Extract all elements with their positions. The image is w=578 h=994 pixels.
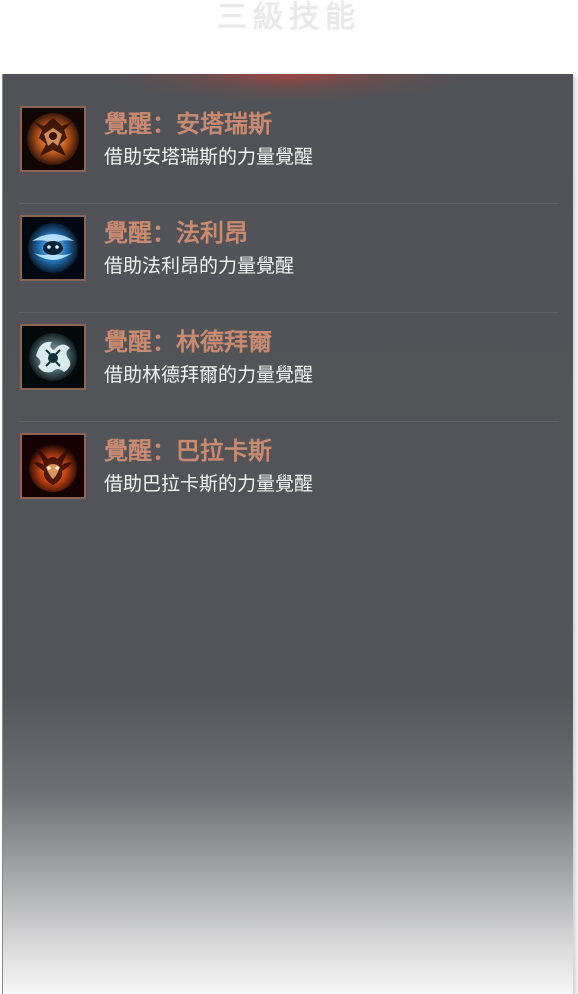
antaras-awakening-icon: [20, 106, 86, 172]
skill-description: 借助法利昂的力量覺醒: [104, 255, 295, 277]
skill-item-valakas[interactable]: 覺醒：巴拉卡斯 借助巴拉卡斯的力量覺醒: [19, 423, 559, 531]
skill-panel: 覺醒：安塔瑞斯 借助安塔瑞斯的力量覺醒 覺醒：法利昂 借助法利昂的力量覺醒 覺醒…: [2, 74, 573, 994]
skill-name: 覺醒：安塔瑞斯: [104, 110, 272, 138]
skill-name: 覺醒：林德拜爾: [104, 328, 272, 356]
page: 三級技能 覺醒：安塔瑞斯 借助安塔瑞斯的力量覺醒 覺醒：法利昂 借助法利昂的力量…: [0, 0, 578, 994]
valakas-awakening-icon: [20, 433, 86, 499]
fafurion-awakening-icon: [20, 215, 86, 281]
skill-description: 借助巴拉卡斯的力量覺醒: [104, 473, 314, 495]
skill-name: 覺醒：巴拉卡斯: [104, 437, 272, 465]
skill-item-antaras[interactable]: 覺醒：安塔瑞斯 借助安塔瑞斯的力量覺醒: [19, 96, 559, 204]
skill-item-fafurion[interactable]: 覺醒：法利昂 借助法利昂的力量覺醒: [19, 205, 559, 313]
skill-name: 覺醒：法利昂: [104, 219, 248, 247]
page-title: 三級技能: [217, 0, 361, 35]
skill-item-lindvior[interactable]: 覺醒：林德拜爾 借助林德拜爾的力量覺醒: [19, 314, 559, 422]
skill-list: 覺醒：安塔瑞斯 借助安塔瑞斯的力量覺醒 覺醒：法利昂 借助法利昂的力量覺醒 覺醒…: [19, 96, 559, 532]
lindvior-awakening-icon: [20, 324, 86, 390]
skill-description: 借助林德拜爾的力量覺醒: [104, 364, 314, 386]
skill-description: 借助安塔瑞斯的力量覺醒: [104, 146, 314, 168]
